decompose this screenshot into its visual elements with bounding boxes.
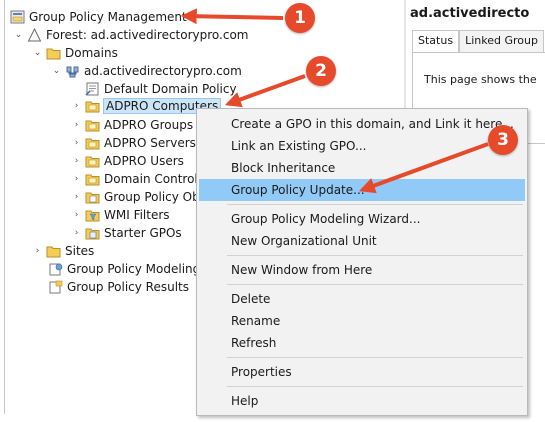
menu-item-new-window[interactable]: New Window from Here bbox=[199, 259, 525, 281]
tree-label: Group Policy Results bbox=[67, 280, 190, 294]
tree-border bbox=[4, 0, 5, 414]
collapsed-chevron-icon[interactable]: › bbox=[33, 242, 42, 260]
tree-item-gp-modeling[interactable]: Group Policy Modeling bbox=[48, 260, 200, 278]
menu-item-block-inheritance[interactable]: Block Inheritance bbox=[199, 157, 525, 179]
domain-icon bbox=[65, 64, 80, 78]
tree-label: Group Policy Ob bbox=[104, 190, 200, 204]
tree-label: Group Policy Modeling bbox=[67, 262, 201, 276]
menu-item-label: New Window from Here bbox=[231, 263, 373, 277]
ou-folder-icon bbox=[85, 99, 100, 113]
tree-item-default-domain-policy[interactable]: Default Domain Policy bbox=[85, 80, 237, 98]
tree-item-gpo-objects[interactable]: › Group Policy Ob bbox=[72, 188, 200, 206]
menu-separator bbox=[227, 357, 523, 358]
tree-label: Domains bbox=[65, 46, 118, 60]
tree-item-adpro-users[interactable]: › ADPRO Users bbox=[72, 152, 184, 170]
menu-item-modeling-wizard[interactable]: Group Policy Modeling Wizard... bbox=[199, 208, 525, 230]
tree-label: Sites bbox=[65, 244, 95, 258]
sites-folder-icon bbox=[46, 244, 61, 258]
tree-item-domain-controllers[interactable]: › Domain Control bbox=[72, 170, 198, 188]
menu-item-label: Group Policy Update... bbox=[231, 183, 365, 197]
menu-item-delete[interactable]: Delete bbox=[199, 288, 525, 310]
callout-badge-2: 2 bbox=[306, 56, 336, 86]
tree-label: Starter GPOs bbox=[104, 226, 182, 240]
ou-folder-icon bbox=[85, 136, 100, 150]
details-tabs: Status Linked Group bbox=[412, 30, 544, 52]
starter-gpo-folder-icon bbox=[85, 226, 100, 240]
menu-separator bbox=[227, 204, 523, 205]
menu-item-label: Group Policy Modeling Wizard... bbox=[231, 212, 421, 226]
tree-item-adpro-servers[interactable]: › ADPRO Servers bbox=[72, 134, 196, 152]
gpo-folder-icon bbox=[85, 190, 100, 204]
callout-badge-3: 3 bbox=[488, 125, 518, 155]
menu-item-new-ou[interactable]: New Organizational Unit bbox=[199, 230, 525, 252]
menu-item-label: Create a GPO in this domain, and Link it… bbox=[231, 117, 514, 131]
menu-item-properties[interactable]: Properties bbox=[199, 361, 525, 383]
collapsed-chevron-icon[interactable]: › bbox=[72, 134, 81, 152]
tab-status[interactable]: Status bbox=[412, 30, 460, 52]
menu-item-refresh[interactable]: Refresh bbox=[199, 332, 525, 354]
tree-item-wmi-filters[interactable]: › WMI Filters bbox=[72, 206, 170, 224]
menu-item-create-gpo[interactable]: Create a GPO in this domain, and Link it… bbox=[199, 113, 525, 135]
tree-item-adpro-groups[interactable]: › ADPRO Groups bbox=[72, 116, 193, 134]
details-title: ad.activedirecto bbox=[410, 6, 530, 21]
ou-folder-icon bbox=[85, 154, 100, 168]
menu-separator bbox=[227, 284, 523, 285]
collapsed-chevron-icon[interactable]: › bbox=[72, 206, 81, 224]
wmi-folder-icon bbox=[85, 208, 100, 222]
ou-folder-icon bbox=[85, 118, 100, 132]
tree-item-domains[interactable]: ⌄ Domains bbox=[33, 44, 118, 62]
menu-item-label: Help bbox=[231, 394, 259, 408]
menu-item-group-policy-update[interactable]: Group Policy Update... bbox=[199, 179, 525, 201]
tree-label: ADPRO Servers bbox=[104, 136, 196, 150]
callout-badge-1: 1 bbox=[285, 3, 315, 33]
domains-folder-icon bbox=[46, 46, 61, 60]
forest-icon bbox=[27, 28, 42, 42]
collapsed-chevron-icon[interactable]: › bbox=[72, 224, 81, 242]
menu-item-help[interactable]: Help bbox=[199, 390, 525, 412]
menu-item-label: Delete bbox=[231, 292, 271, 306]
collapsed-chevron-icon[interactable]: › bbox=[72, 97, 81, 115]
menu-item-link-existing-gpo[interactable]: Link an Existing GPO... bbox=[199, 135, 525, 157]
details-body-text: This page shows the bbox=[424, 73, 537, 86]
gp-modeling-icon bbox=[48, 262, 63, 276]
menu-separator bbox=[227, 386, 523, 387]
collapsed-chevron-icon[interactable]: › bbox=[72, 116, 81, 134]
tree-label: Default Domain Policy bbox=[104, 82, 237, 96]
tree-item-starter-gpos[interactable]: › Starter GPOs bbox=[72, 224, 182, 242]
menu-item-label: Block Inheritance bbox=[231, 161, 336, 175]
menu-item-label: Link an Existing GPO... bbox=[231, 139, 367, 153]
tree-label: WMI Filters bbox=[104, 208, 170, 222]
tree-label: ADPRO Groups bbox=[104, 118, 194, 132]
tree-item-gp-results[interactable]: Group Policy Results bbox=[48, 278, 189, 296]
menu-item-label: Refresh bbox=[231, 336, 277, 350]
tree-label: Domain Control bbox=[104, 172, 198, 186]
gpo-link-icon bbox=[85, 82, 100, 96]
tree-item-forest[interactable]: ⌄ Forest: ad.activedirectorypro.com bbox=[14, 26, 249, 44]
tree-label: ad.activedirectorypro.com bbox=[84, 64, 242, 78]
menu-item-label: New Organizational Unit bbox=[231, 234, 377, 248]
menu-item-label: Properties bbox=[231, 365, 292, 379]
collapsed-chevron-icon[interactable]: › bbox=[72, 188, 81, 206]
tree-item-sites[interactable]: › Sites bbox=[33, 242, 95, 260]
expanded-chevron-icon[interactable]: ⌄ bbox=[52, 62, 61, 80]
collapsed-chevron-icon[interactable]: › bbox=[72, 152, 81, 170]
collapsed-chevron-icon[interactable]: › bbox=[72, 170, 81, 188]
menu-item-label: Rename bbox=[231, 314, 281, 328]
menu-separator bbox=[227, 255, 523, 256]
context-menu: Create a GPO in this domain, and Link it… bbox=[196, 108, 528, 416]
ou-folder-icon bbox=[85, 172, 100, 186]
menu-item-rename[interactable]: Rename bbox=[199, 310, 525, 332]
gp-results-icon bbox=[48, 280, 63, 294]
gpm-console-icon bbox=[10, 10, 25, 24]
tab-linked-group-policy[interactable]: Linked Group bbox=[459, 30, 544, 52]
tree-item-domain[interactable]: ⌄ ad.activedirectorypro.com bbox=[52, 62, 242, 80]
tree-item-gpm-root[interactable]: Group Policy Management bbox=[10, 8, 187, 26]
expanded-chevron-icon[interactable]: ⌄ bbox=[33, 44, 42, 62]
tree-label: ADPRO Users bbox=[104, 154, 184, 168]
tree-label: Group Policy Management bbox=[29, 10, 187, 24]
expanded-chevron-icon[interactable]: ⌄ bbox=[14, 26, 23, 44]
tree-label: Forest: ad.activedirectorypro.com bbox=[46, 28, 249, 42]
